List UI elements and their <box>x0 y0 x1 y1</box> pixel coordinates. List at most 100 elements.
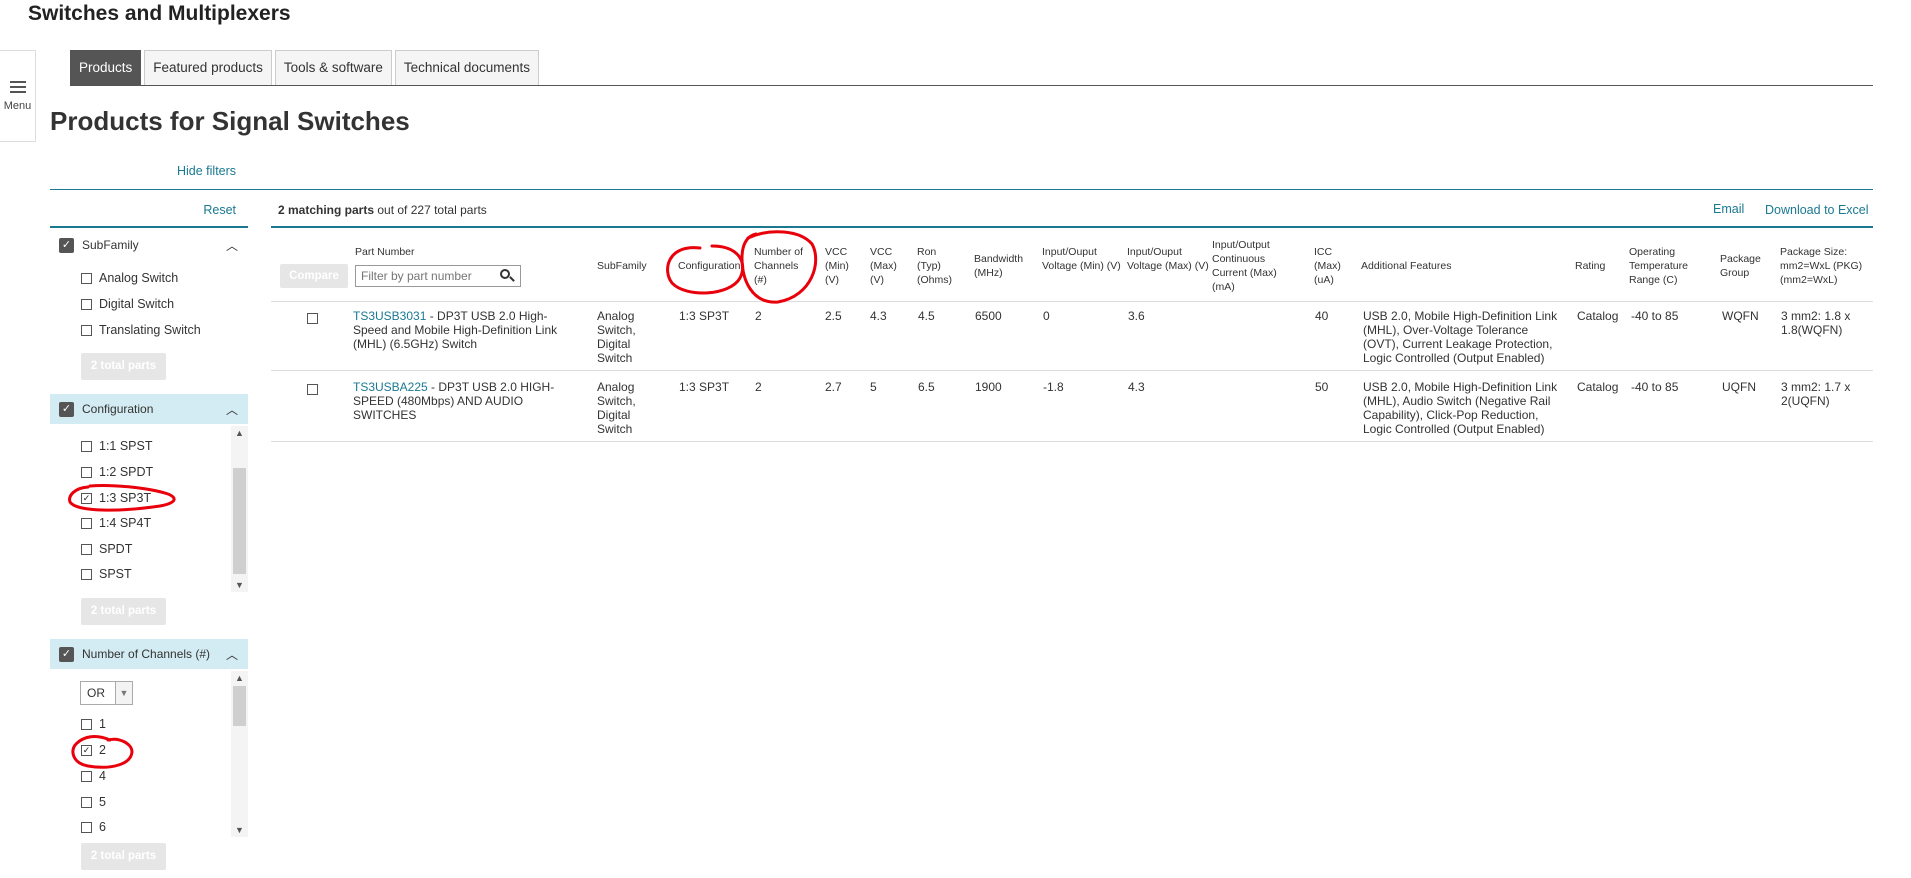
table-cell-channels: 2 <box>755 309 762 323</box>
col-header-configuration[interactable]: Configuration <box>678 259 740 273</box>
filter-option-channels-4[interactable]: 4 <box>81 769 106 783</box>
total-parts-button[interactable]: 2 total parts <box>81 598 166 625</box>
checkbox[interactable] <box>81 718 92 730</box>
option-label: 1:4 SP4T <box>99 516 152 530</box>
filter-group-number-of-channels[interactable]: ✓ Number of Channels (#) ︿ <box>50 639 248 669</box>
matching-count: 2 matching parts <box>278 203 375 217</box>
col-header-temp-range[interactable]: Operating Temperature Range (C) <box>1629 245 1701 287</box>
filter-option-translating-switch[interactable]: Translating Switch <box>81 323 201 337</box>
col-header-io-voltage-min[interactable]: Input/Ouput Voltage (Min) (V) <box>1042 245 1122 273</box>
checkbox[interactable] <box>81 466 92 478</box>
table-cell-subfamily: Analog Switch, Digital Switch <box>597 309 636 365</box>
col-header-part-number[interactable]: Part Number <box>355 245 415 259</box>
filter-option-1-2-spdt[interactable]: 1:2 SPDT <box>81 465 153 479</box>
filter-option-1-1-spst[interactable]: 1:1 SPST <box>81 439 153 453</box>
option-label: 4 <box>99 769 106 783</box>
configuration-scrollbar[interactable]: ▲ ▼ <box>231 426 248 592</box>
col-header-additional-features[interactable]: Additional Features <box>1361 259 1451 273</box>
chevron-up-icon[interactable]: ︿ <box>226 401 238 418</box>
col-header-icc-max[interactable]: ICC (Max) (uA) <box>1314 245 1350 287</box>
checkbox-checked[interactable]: ✓ <box>81 492 92 504</box>
checkbox[interactable] <box>81 324 92 336</box>
logic-select[interactable]: OR ▼ <box>80 681 133 705</box>
scroll-down-icon[interactable]: ▼ <box>231 825 248 835</box>
filter-option-channels-6[interactable]: 6 <box>81 820 106 834</box>
checkbox[interactable] <box>81 298 92 310</box>
filter-option-spst[interactable]: SPST <box>81 567 132 581</box>
menu-button[interactable]: Menu <box>0 50 36 142</box>
group-checkbox[interactable]: ✓ <box>59 646 74 662</box>
total-parts-button[interactable]: 2 total parts <box>81 843 166 870</box>
compare-button[interactable]: Compare <box>280 264 348 288</box>
filter-group-subfamily[interactable]: ✓ SubFamily ︿ <box>50 230 248 260</box>
part-filter-input[interactable] <box>356 266 496 286</box>
filter-group-configuration[interactable]: ✓ Configuration ︿ <box>50 394 248 424</box>
table-row-divider <box>271 441 1873 442</box>
tab-tools-software[interactable]: Tools & software <box>274 50 392 85</box>
group-checkbox[interactable]: ✓ <box>59 401 74 417</box>
checkbox[interactable] <box>81 272 92 284</box>
chevron-up-icon[interactable]: ︿ <box>226 237 238 254</box>
scroll-up-icon[interactable]: ▲ <box>231 428 248 438</box>
scroll-thumb[interactable] <box>233 686 246 726</box>
scroll-up-icon[interactable]: ▲ <box>231 673 248 683</box>
group-checkbox[interactable]: ✓ <box>59 237 74 253</box>
col-header-rating[interactable]: Rating <box>1575 259 1605 273</box>
checkbox[interactable] <box>81 543 92 555</box>
matching-total: out of 227 total parts <box>374 203 487 217</box>
row-select-checkbox[interactable] <box>307 313 318 324</box>
filter-option-1-3-sp3t[interactable]: ✓ 1:3 SP3T <box>81 491 151 505</box>
col-header-package-size[interactable]: Package Size: mm2=WxL (PKG) (mm2=WxL) <box>1780 245 1870 287</box>
filter-option-analog-switch[interactable]: Analog Switch <box>81 271 178 285</box>
col-header-bandwidth[interactable]: Bandwidth (MHz) <box>974 252 1032 280</box>
row-select-checkbox[interactable] <box>307 384 318 395</box>
checkbox[interactable] <box>81 568 92 580</box>
chevron-down-icon[interactable]: ▼ <box>115 682 132 704</box>
checkbox[interactable] <box>81 821 92 833</box>
option-label: 1 <box>99 717 106 731</box>
filter-option-1-4-sp4t[interactable]: 1:4 SP4T <box>81 516 151 530</box>
filter-option-spdt[interactable]: SPDT <box>81 542 132 556</box>
col-header-io-voltage-max[interactable]: Input/Ouput Voltage (Max) (V) <box>1127 245 1209 273</box>
filter-option-digital-switch[interactable]: Digital Switch <box>81 297 174 311</box>
col-header-package-group[interactable]: Package Group <box>1720 252 1772 280</box>
part-link[interactable]: TS3USB3031 <box>353 309 426 323</box>
tab-featured-products[interactable]: Featured products <box>144 50 272 85</box>
checkbox[interactable] <box>81 796 92 808</box>
channels-scrollbar[interactable]: ▲ ▼ <box>231 671 248 837</box>
part-number-filter[interactable] <box>355 265 521 287</box>
col-header-vcc-max[interactable]: VCC (Max) (V) <box>870 245 904 287</box>
part-link[interactable]: TS3USBA225 <box>353 380 428 394</box>
scroll-down-icon[interactable]: ▼ <box>231 580 248 590</box>
filter-option-channels-2[interactable]: ✓ 2 <box>81 743 106 757</box>
col-header-ron[interactable]: Ron (Typ) (Ohms) <box>917 245 959 287</box>
chevron-up-icon[interactable]: ︿ <box>226 646 238 663</box>
tab-bar: Products Featured products Tools & softw… <box>70 50 542 85</box>
email-link[interactable]: Email <box>1713 202 1744 216</box>
checkbox[interactable] <box>81 517 92 529</box>
option-label: Digital Switch <box>99 297 175 311</box>
table-cell-package-size: 3 mm2: 1.8 x 1.8(WQFN) <box>1781 309 1851 337</box>
page-title: Products for Signal Switches <box>50 106 410 136</box>
download-excel-link[interactable]: Download to Excel <box>1765 203 1869 217</box>
hide-filters-link[interactable]: Hide filters <box>177 164 236 178</box>
hamburger-icon <box>9 81 26 93</box>
tab-technical-documents[interactable]: Technical documents <box>394 50 539 85</box>
table-cell-rating: Catalog <box>1577 380 1619 394</box>
checkbox[interactable] <box>81 770 92 782</box>
reset-filters-link[interactable]: Reset <box>203 203 236 217</box>
filter-option-channels-5[interactable]: 5 <box>81 795 106 809</box>
col-header-number-of-channels[interactable]: Number of Channels (#) <box>754 245 810 287</box>
total-parts-button[interactable]: 2 total parts <box>81 353 166 380</box>
scroll-thumb[interactable] <box>233 468 246 574</box>
tab-products[interactable]: Products <box>70 50 142 85</box>
col-header-io-current-max[interactable]: Input/Output Continuous Current (Max) (m… <box>1212 238 1290 294</box>
table-cell-temp: -40 to 85 <box>1631 380 1679 394</box>
checkbox[interactable] <box>81 440 92 452</box>
filter-option-channels-1[interactable]: 1 <box>81 717 106 731</box>
table-cell-icc: 50 <box>1315 380 1329 394</box>
col-header-subfamily[interactable]: SubFamily <box>597 259 647 273</box>
col-header-vcc-min[interactable]: VCC (Min) (V) <box>825 245 859 287</box>
checkbox-checked[interactable]: ✓ <box>81 744 92 756</box>
search-icon[interactable] <box>496 266 518 286</box>
